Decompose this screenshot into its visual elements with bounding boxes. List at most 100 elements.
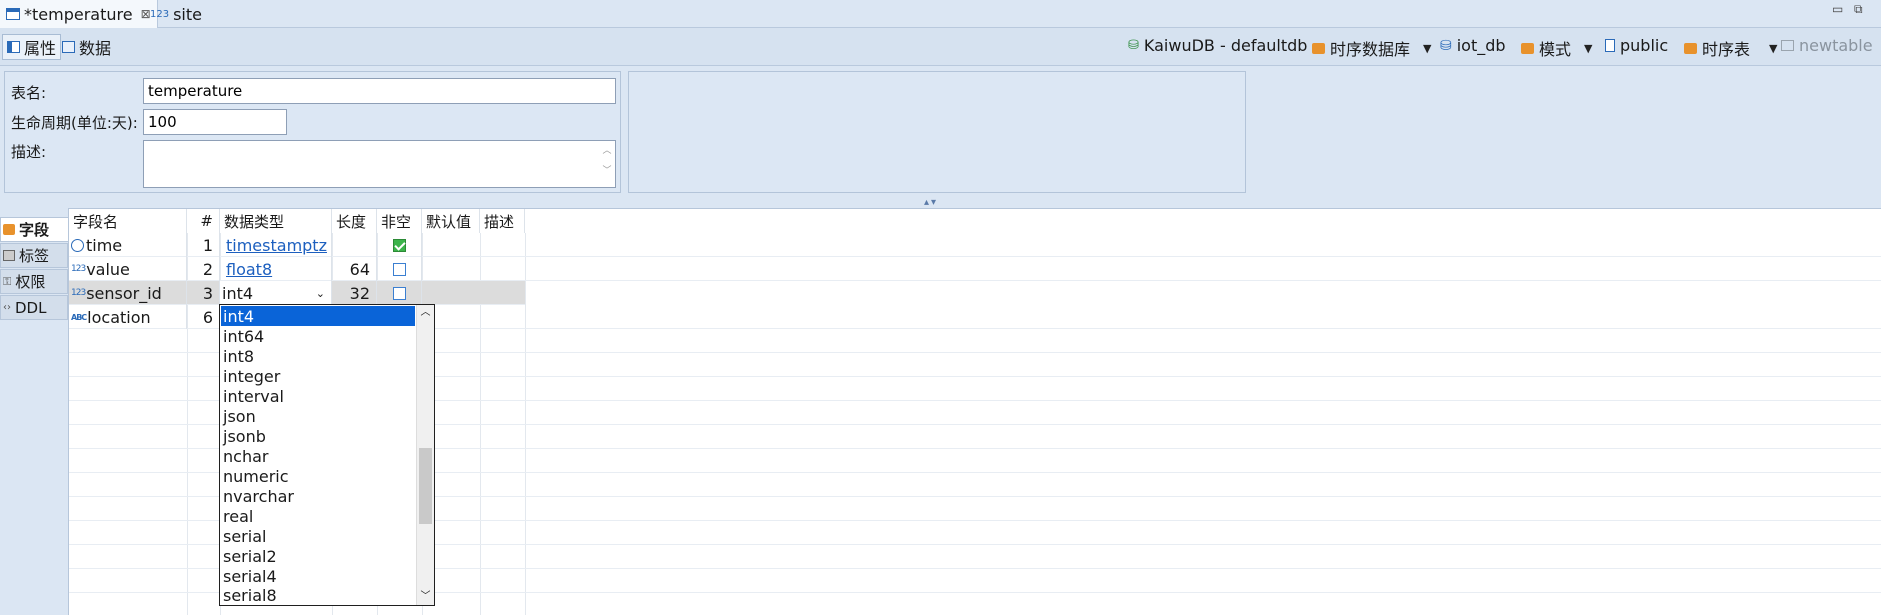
- dropdown-option[interactable]: int4: [221, 306, 415, 326]
- tab-label: *temperature: [24, 4, 133, 24]
- lifecycle-label: 生命周期(单位:天):: [11, 114, 138, 132]
- connection-icon: ⛁: [1128, 38, 1139, 53]
- dropdown-option[interactable]: numeric: [221, 466, 415, 486]
- dropdown-option[interactable]: serial2: [221, 546, 415, 566]
- field-num: 6: [187, 305, 220, 329]
- dropdown-option[interactable]: serial: [221, 526, 415, 546]
- side-panel: [628, 71, 1246, 193]
- breadcrumb-schema-name[interactable]: public: [1605, 36, 1668, 55]
- breadcrumb-new-table[interactable]: newtable: [1781, 36, 1873, 55]
- tab-fields-label: 字段: [19, 221, 50, 239]
- dropdown-option[interactable]: jsonb: [221, 426, 415, 446]
- not-null-checkbox[interactable]: [392, 286, 406, 300]
- restore-icon[interactable]: ⧉: [1854, 2, 1863, 17]
- scroll-up-icon[interactable]: ︿: [417, 305, 434, 321]
- field-type-link[interactable]: timestamptz: [226, 236, 327, 255]
- key-icon: ⚿: [3, 274, 12, 288]
- numeric-icon: 123: [150, 8, 170, 20]
- field-type-link[interactable]: float8: [226, 260, 272, 279]
- tab-site[interactable]: 123 site: [144, 0, 208, 28]
- breadcrumb-connection[interactable]: ⛁ KaiwuDB - defaultdb: [1128, 36, 1307, 55]
- description-label: 描述:: [11, 143, 47, 161]
- dropdown-option[interactable]: real: [221, 506, 415, 526]
- field-length: 64: [332, 257, 377, 281]
- folder-icon: [1312, 42, 1325, 54]
- minimize-icon[interactable]: ▭: [1832, 2, 1843, 16]
- document-icon: [1605, 39, 1615, 52]
- dropdown-option[interactable]: int8: [221, 346, 415, 366]
- textarea-scrollbar[interactable]: ︿ ﹀: [599, 141, 615, 187]
- column-header-not-null[interactable]: 非空: [377, 209, 422, 233]
- breadcrumb-schema[interactable]: 模式 ▼: [1521, 36, 1592, 60]
- tab-permissions[interactable]: ⚿ 权限: [0, 269, 68, 294]
- description-textarea[interactable]: ︿ ﹀: [143, 140, 616, 188]
- dropdown-scrollbar[interactable]: ︿ ﹀: [416, 305, 434, 605]
- dropdown-option[interactable]: interval: [221, 386, 415, 406]
- dropdown-option[interactable]: serial4: [221, 566, 415, 586]
- column-header-desc[interactable]: 描述: [480, 209, 525, 233]
- field-length: 32: [332, 281, 377, 305]
- field-name: sensor_id: [86, 283, 162, 303]
- field-num: 1: [187, 233, 220, 257]
- tab-properties-label: 属性: [24, 39, 57, 58]
- dropdown-option[interactable]: nvarchar: [221, 486, 415, 506]
- tag-icon: [3, 250, 15, 261]
- chevron-down-icon[interactable]: ▼: [1769, 42, 1777, 55]
- dropdown-option[interactable]: integer: [221, 366, 415, 386]
- field-num: 3: [187, 281, 220, 305]
- data-icon: [62, 41, 75, 53]
- not-null-checkbox[interactable]: [392, 238, 406, 252]
- tab-temperature[interactable]: *temperature ⊠: [0, 0, 158, 28]
- splitter-handle[interactable]: ▴▾: [924, 197, 938, 208]
- properties-icon: [7, 41, 20, 53]
- tab-fields[interactable]: 字段: [0, 217, 68, 242]
- db-name-label: iot_db: [1456, 36, 1506, 55]
- scrollbar-thumb[interactable]: [419, 448, 432, 524]
- not-null-checkbox[interactable]: [392, 262, 406, 276]
- ddl-icon: ‹›: [3, 302, 11, 313]
- type-dropdown-list[interactable]: int4 int64 int8 integer interval json js…: [219, 304, 435, 606]
- text-icon: ABC: [71, 312, 87, 322]
- tab-ddl[interactable]: ‹› DDL: [0, 295, 68, 320]
- table-row[interactable]: 123 value 2 float8 64: [69, 257, 1881, 281]
- connection-label: KaiwuDB - defaultdb: [1143, 36, 1308, 55]
- breadcrumb-database[interactable]: 时序数据库 ▼: [1312, 36, 1431, 60]
- side-tab-bar: 字段 标签 ⚿ 权限 ‹› DDL: [0, 215, 68, 615]
- table-properties-panel: 表名: 生命周期(单位:天): 描述: ︿﹀: [4, 71, 621, 193]
- field-name: time: [86, 235, 123, 255]
- column-header-num[interactable]: #: [187, 209, 220, 233]
- breadcrumb-db-name[interactable]: ⛁ iot_db: [1440, 36, 1506, 55]
- chevron-down-icon[interactable]: ▼: [1584, 42, 1592, 55]
- dropdown-option[interactable]: serial8: [221, 586, 415, 605]
- breadcrumb-table-type[interactable]: 时序表 ▼: [1684, 36, 1777, 60]
- editor-subtab-bar: 属性 数据 ⛁ KaiwuDB - defaultdb 时序数据库 ▼ ⛁ io…: [0, 28, 1881, 66]
- tab-properties[interactable]: 属性: [2, 34, 62, 60]
- field-length: [332, 233, 377, 257]
- new-table-label: newtable: [1799, 36, 1873, 55]
- chevron-down-icon[interactable]: ⌄: [316, 287, 325, 300]
- numeric-icon: 123: [71, 264, 86, 274]
- scroll-down-icon[interactable]: ﹀: [417, 589, 434, 605]
- lifecycle-input[interactable]: [143, 109, 287, 135]
- type-combo[interactable]: int4 ⌄: [220, 281, 332, 305]
- table-name-label: 表名:: [11, 84, 47, 102]
- column-header-type[interactable]: 数据类型: [220, 209, 332, 233]
- field-num: 2: [187, 257, 220, 281]
- dropdown-option[interactable]: int64: [221, 326, 415, 346]
- table-name-input[interactable]: [143, 78, 616, 104]
- column-header-name[interactable]: 字段名: [69, 209, 187, 233]
- table-row[interactable]: time 1 timestamptz: [69, 233, 1881, 257]
- table-row[interactable]: 123 sensor_id 3 int4 ⌄ 32: [69, 281, 525, 305]
- chevron-down-icon[interactable]: ▼: [1423, 42, 1431, 55]
- database-label: 时序数据库: [1330, 40, 1411, 59]
- column-header-length[interactable]: 长度: [332, 209, 377, 233]
- tab-label: site: [173, 4, 202, 24]
- dropdown-option[interactable]: json: [221, 406, 415, 426]
- table-icon: [1781, 40, 1794, 51]
- tab-data[interactable]: 数据: [58, 34, 115, 60]
- column-header-default[interactable]: 默认值: [422, 209, 480, 233]
- dropdown-option[interactable]: nchar: [221, 446, 415, 466]
- tab-ddl-label: DDL: [15, 298, 47, 317]
- tab-tags[interactable]: 标签: [0, 243, 68, 268]
- schema-name-label: public: [1620, 36, 1669, 55]
